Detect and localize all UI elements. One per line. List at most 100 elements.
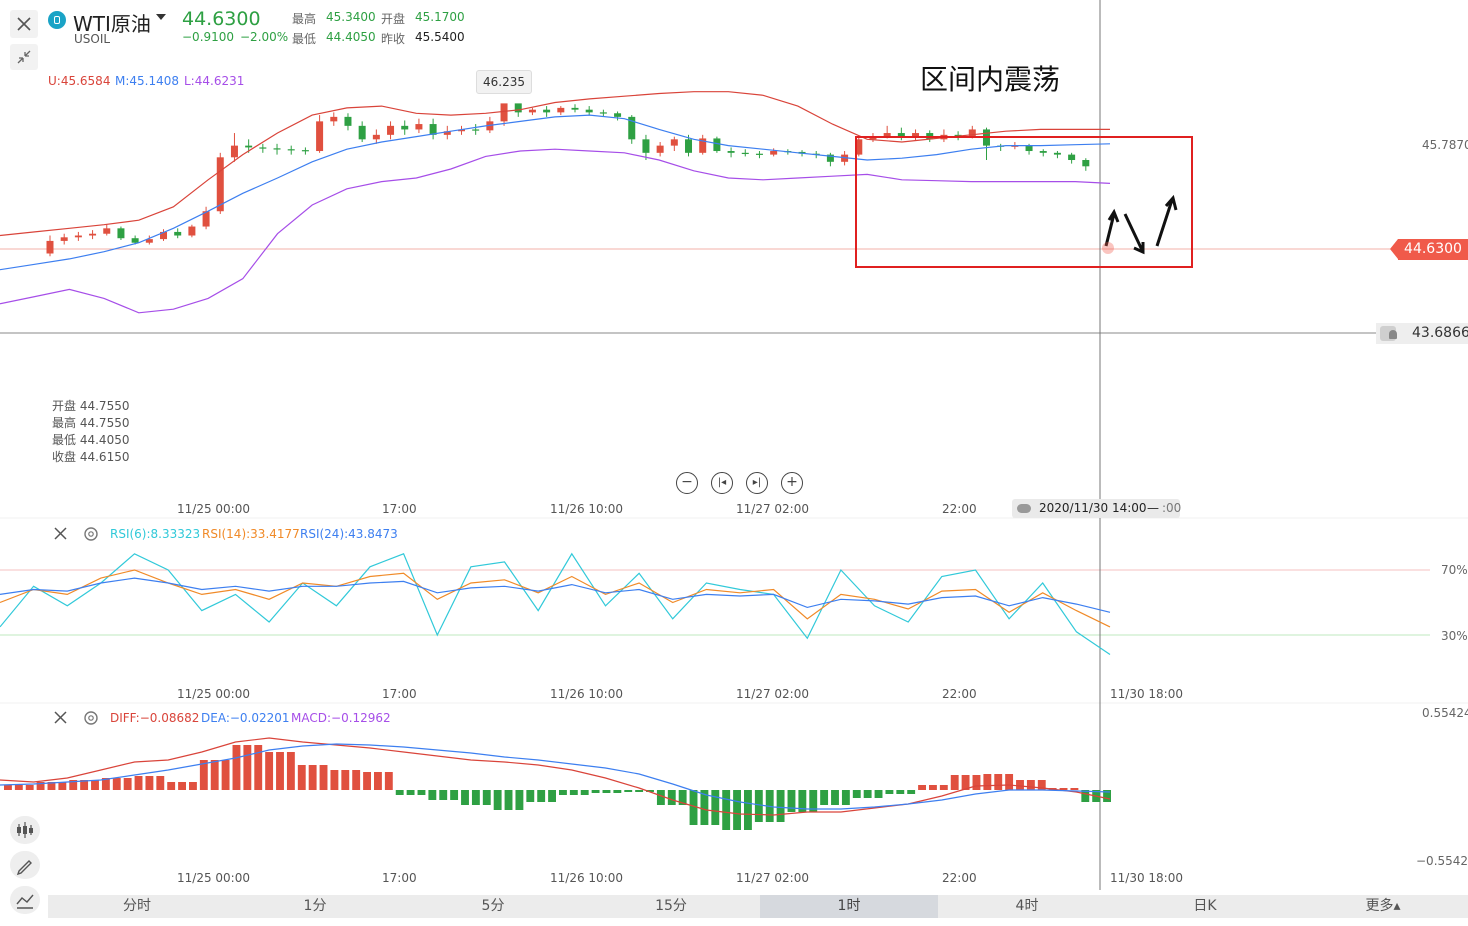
macd-histogram-bar — [4, 785, 12, 790]
high-price-marker: 46.235 — [476, 70, 532, 94]
up-arrow-annotation — [1104, 208, 1120, 247]
macd-histogram-bar — [91, 780, 99, 790]
candle-body — [741, 152, 749, 155]
rsi14-line — [0, 569, 1111, 628]
candle-body — [472, 129, 480, 131]
candle-body — [685, 139, 693, 153]
scroll-start-button[interactable]: |◂ — [711, 472, 733, 494]
trend-tool-button[interactable] — [10, 886, 40, 914]
macd-histogram-bar — [210, 760, 219, 790]
tab-5min[interactable]: 5分 — [404, 895, 582, 918]
candle-body — [273, 148, 281, 150]
macd-histogram-bar — [580, 790, 589, 795]
macd-histogram-bar — [450, 790, 459, 800]
macd-histogram-bar — [395, 790, 404, 795]
macd-value-label: MACD:−0.12962 — [291, 711, 391, 725]
candle-body — [642, 139, 650, 153]
last-price-dot — [1102, 242, 1114, 254]
crosshair-date-label: 2020/11/30 14:00 — :00 — [1012, 499, 1181, 518]
draw-tool-button[interactable] — [10, 851, 40, 879]
tab-more[interactable]: 更多▴ — [1294, 895, 1468, 918]
macd-histogram-bar — [744, 790, 752, 830]
macd-histogram-bar — [515, 790, 524, 810]
macd-diff-label: DIFF:−0.08682 — [110, 711, 200, 725]
tab-minute-line[interactable]: 分时 — [48, 895, 226, 918]
macd-histogram-bar — [754, 790, 763, 822]
current-price-tag: 44.6300 — [1390, 239, 1468, 260]
tab-15min[interactable]: 15分 — [582, 895, 760, 918]
x-label: 11/30 18:00 — [1110, 687, 1183, 701]
bell-icon[interactable] — [1380, 326, 1397, 341]
zoom-in-button[interactable]: + — [781, 472, 803, 494]
macd-histogram-bar — [929, 785, 937, 790]
candle-body — [358, 125, 366, 140]
macd-histogram-bar — [189, 782, 197, 790]
macd-histogram-bar — [471, 790, 480, 805]
macd-histogram-bar — [994, 774, 1003, 790]
macd-histogram-bar — [461, 790, 469, 805]
x-label: 22:00 — [942, 871, 977, 885]
settings-icon[interactable] — [82, 709, 100, 727]
x-label: 17:00 — [382, 502, 417, 516]
candle-body — [1082, 160, 1090, 167]
indicator-tool-button[interactable] — [10, 816, 40, 844]
chart-canvas[interactable] — [0, 0, 1468, 926]
settings-icon[interactable] — [82, 525, 100, 543]
candle-body — [543, 109, 551, 113]
macd-histogram-bar — [548, 790, 556, 802]
x-label: 11/26 10:00 — [550, 687, 623, 701]
candle-body — [770, 151, 778, 155]
macd-histogram-bar — [243, 745, 252, 790]
macd-histogram-bar — [363, 772, 371, 790]
candle-body — [74, 235, 82, 238]
macd-histogram-bar — [330, 770, 339, 790]
macd-histogram-bar — [352, 770, 361, 790]
tab-1min[interactable]: 1分 — [226, 895, 404, 918]
candle-body — [103, 228, 111, 234]
rsi24-label: RSI(24):43.8473 — [300, 527, 398, 541]
price-alert-tag[interactable]: 43.6866 — [1376, 323, 1468, 344]
annotation-text: 区间内震荡 — [920, 63, 1061, 96]
zoom-out-button[interactable]: − — [676, 472, 698, 494]
macd-histogram-bar — [841, 790, 850, 805]
boll-upper-line — [0, 91, 1110, 237]
tab-daily[interactable]: 日K — [1116, 895, 1294, 918]
macd-histogram-bar — [613, 790, 622, 793]
candle-body — [46, 240, 54, 254]
x-label: 11/25 00:00 — [177, 871, 250, 885]
rsi6-line — [0, 552, 1111, 655]
trend-line-icon — [16, 894, 34, 909]
candle-body — [230, 145, 238, 158]
candle-body — [727, 151, 735, 153]
macd-histogram-bar — [25, 785, 34, 790]
macd-histogram-bar — [286, 752, 295, 790]
macd-histogram-bar — [1070, 788, 1079, 790]
scroll-end-button[interactable]: ▸| — [746, 472, 768, 494]
close-indicator-icon[interactable] — [52, 525, 70, 543]
candle-body — [131, 238, 139, 243]
macd-histogram-bar — [374, 772, 382, 790]
macd-histogram-bar — [428, 790, 437, 800]
macd-histogram-bar — [276, 752, 284, 790]
rsi6-label: RSI(6):8.33323 — [110, 527, 201, 541]
close-indicator-icon[interactable] — [52, 709, 70, 727]
tab-4hour[interactable]: 4时 — [938, 895, 1116, 918]
tab-1hour[interactable]: 1时 — [760, 895, 938, 918]
macd-histogram-bar — [569, 790, 578, 795]
macd-histogram-bar — [123, 778, 132, 790]
candle-body — [301, 150, 309, 152]
candle-body — [614, 113, 622, 117]
candle-body — [287, 149, 295, 151]
macd-histogram-bar — [112, 778, 121, 790]
candle-body — [415, 124, 423, 130]
down-arrow-annotation — [1123, 213, 1145, 255]
candle-body — [372, 134, 380, 140]
candle-body — [528, 109, 536, 113]
x-label: 11/26 10:00 — [550, 502, 623, 516]
hover-close: 收盘 44.6150 — [52, 450, 130, 464]
macd-min-label: −0.55424 — [1416, 854, 1468, 868]
candle-body — [571, 107, 579, 110]
macd-histogram-bar — [297, 765, 306, 790]
x-label: 22:00 — [942, 502, 977, 516]
macd-histogram-bar — [656, 790, 665, 805]
